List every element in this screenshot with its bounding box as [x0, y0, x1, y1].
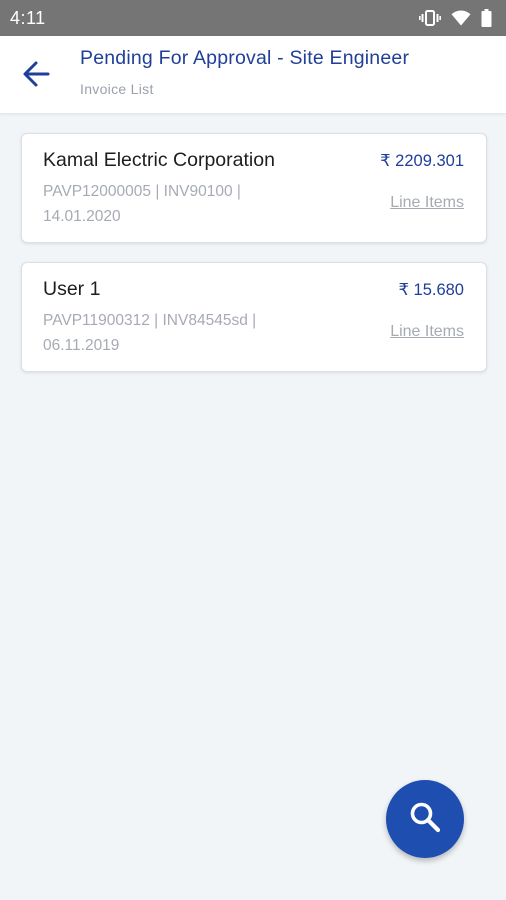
- invoice-card[interactable]: Kamal Electric Corporation ₹ 2209.301 PA…: [21, 133, 487, 243]
- app-bar: Pending For Approval - Site Engineer Inv…: [0, 36, 506, 114]
- line-items-link[interactable]: Line Items: [390, 194, 464, 212]
- page-subtitle: Invoice List: [80, 81, 154, 97]
- status-icons: [419, 9, 492, 27]
- invoice-amount: ₹ 2209.301: [380, 152, 464, 170]
- status-bar: 4:11: [0, 0, 506, 36]
- vendor-name: Kamal Electric Corporation: [43, 149, 275, 171]
- back-button[interactable]: [14, 54, 58, 98]
- status-time: 4:11: [10, 7, 46, 28]
- wifi-icon: [451, 10, 471, 26]
- page-title: Pending For Approval - Site Engineer: [80, 47, 410, 69]
- vibrate-icon: [419, 9, 441, 27]
- invoice-details: PAVP12000005 | INV90100 | 14.01.2020: [43, 183, 241, 225]
- search-icon: [408, 800, 442, 839]
- invoice-details: PAVP11900312 | INV84545sd | 06.11.2019: [43, 312, 257, 354]
- line-items-link[interactable]: Line Items: [390, 323, 464, 341]
- invoice-card[interactable]: User 1 ₹ 15.680 PAVP11900312 | INV84545s…: [21, 262, 487, 372]
- search-button[interactable]: [386, 780, 464, 858]
- invoice-amount: ₹ 15.680: [398, 281, 464, 299]
- vendor-name: User 1: [43, 278, 101, 300]
- battery-icon: [481, 9, 492, 27]
- arrow-back-icon: [21, 59, 51, 94]
